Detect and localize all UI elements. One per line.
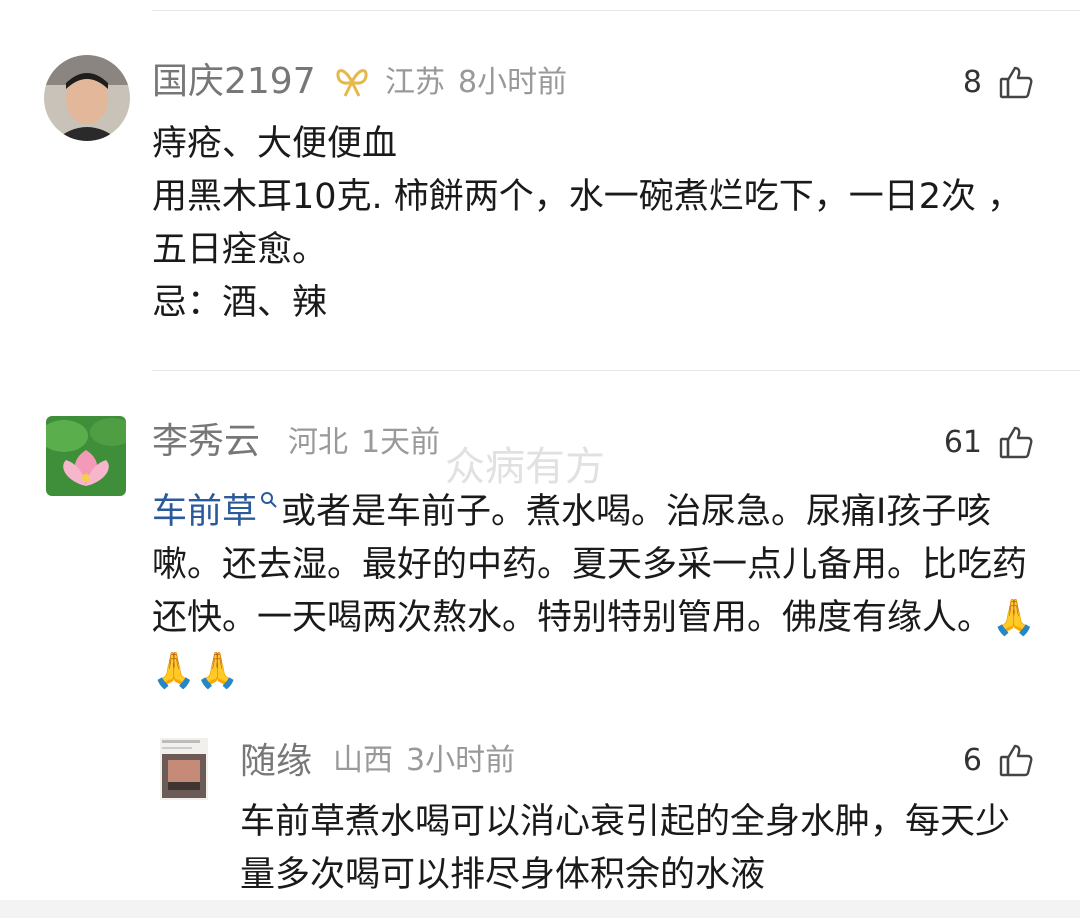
like-count: 61 bbox=[943, 425, 982, 460]
comment-body: 或者是车前子。煮水喝。治尿急。尿痛I孩子咳嗽。还去湿。最好的中药。夏天多采一点儿… bbox=[152, 492, 1036, 691]
comment-line: 忌：酒、辣 bbox=[152, 283, 328, 323]
comment-text: 车前草煮水喝可以消心衰引起的全身水肿，每天少量多次喝可以排尽身体积余的水液 bbox=[240, 796, 1040, 902]
thumbs-up-icon[interactable] bbox=[998, 742, 1034, 778]
like-count: 6 bbox=[962, 743, 982, 778]
keyword-link[interactable]: 车前草 bbox=[152, 492, 257, 532]
thumbs-up-icon[interactable] bbox=[998, 64, 1034, 100]
comment-divider bbox=[152, 370, 1080, 371]
avatar[interactable] bbox=[160, 738, 208, 800]
comment-line: 痔疮、大便便血 bbox=[152, 124, 398, 164]
timestamp: 1天前 bbox=[361, 425, 441, 460]
thumbs-up-icon[interactable] bbox=[998, 424, 1034, 460]
ribbon-icon bbox=[333, 64, 371, 100]
username[interactable]: 随缘 bbox=[240, 744, 312, 780]
top-divider bbox=[152, 10, 1080, 11]
location: 江苏 bbox=[385, 65, 445, 100]
username[interactable]: 国庆2197 bbox=[152, 64, 316, 100]
avatar[interactable] bbox=[44, 55, 130, 141]
username[interactable]: 李秀云 bbox=[152, 424, 260, 460]
comment-line: 用黑木耳10克. 柿餅两个，水一碗煮烂吃下，一日2次 ，五日痊愈。 bbox=[152, 177, 1023, 270]
timestamp: 8小时前 bbox=[458, 65, 568, 100]
avatar[interactable] bbox=[46, 416, 126, 496]
timestamp: 3小时前 bbox=[406, 743, 516, 778]
reply-body: 车前草煮水喝可以消心衰引起的全身水肿，每天少量多次喝可以排尽身体积余的水液 bbox=[240, 802, 1011, 895]
bottom-bar bbox=[0, 900, 1080, 918]
like-count: 8 bbox=[962, 65, 982, 100]
location: 河北 bbox=[288, 425, 348, 460]
location: 山西 bbox=[333, 743, 393, 778]
comment-text: 车前草 或者是车前子。煮水喝。治尿急。尿痛I孩子咳嗽。还去湿。最好的中药。夏天多采… bbox=[152, 478, 1042, 698]
comment-text: 痔疮、大便便血 用黑木耳10克. 柿餅两个，水一碗煮烂吃下，一日2次 ，五日痊愈… bbox=[152, 118, 1042, 330]
search-icon[interactable] bbox=[257, 478, 281, 508]
